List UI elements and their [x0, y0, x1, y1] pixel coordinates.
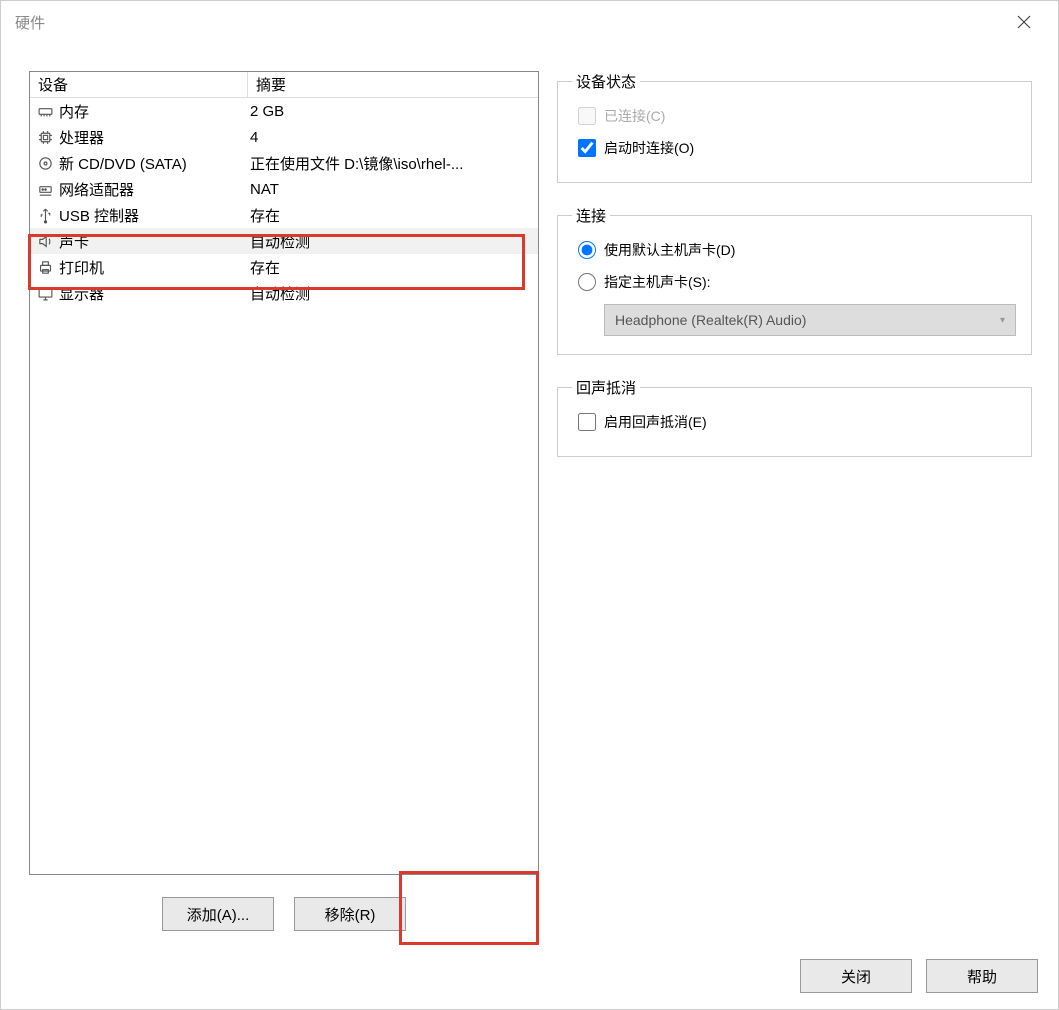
echo-label: 启用回声抵消(E)	[604, 412, 707, 432]
close-icon[interactable]	[1004, 2, 1044, 42]
device-summary: 正在使用文件 D:\镜像\iso\rhel-...	[248, 153, 538, 174]
list-item[interactable]: 显示器自动检测	[30, 280, 538, 306]
device-name: 处理器	[59, 127, 248, 148]
display-icon	[35, 283, 55, 303]
list-item[interactable]: 打印机存在	[30, 254, 538, 280]
connect-at-power-row[interactable]: 启动时连接(O)	[572, 132, 1017, 164]
device-name: 网络适配器	[59, 179, 248, 200]
printer-icon	[35, 257, 55, 277]
header-summary: 摘要	[248, 72, 538, 98]
device-list[interactable]: 设备 摘要 内存2 GB处理器4新 CD/DVD (SATA)正在使用文件 D:…	[29, 71, 539, 875]
connection-legend: 连接	[572, 205, 610, 226]
network-icon	[35, 179, 55, 199]
list-item[interactable]: 处理器4	[30, 124, 538, 150]
connection-group: 连接 使用默认主机声卡(D) 指定主机声卡(S): Headphone (Rea…	[557, 205, 1032, 355]
device-status-group: 设备状态 已连接(C) 启动时连接(O)	[557, 71, 1032, 183]
specify-host-label: 指定主机声卡(S):	[604, 272, 711, 292]
device-summary: 2 GB	[248, 103, 538, 120]
echo-checkbox-row[interactable]: 启用回声抵消(E)	[572, 406, 1017, 438]
usb-icon	[35, 205, 55, 225]
list-item[interactable]: USB 控制器存在	[30, 202, 538, 228]
use-default-label: 使用默认主机声卡(D)	[604, 240, 735, 260]
device-name: USB 控制器	[59, 205, 248, 226]
window-title: 硬件	[15, 12, 45, 33]
device-summary: 存在	[248, 257, 538, 278]
use-default-radio[interactable]	[578, 241, 596, 259]
specify-host-radio-row[interactable]: 指定主机声卡(S):	[572, 266, 1017, 298]
echo-legend: 回声抵消	[572, 377, 640, 398]
titlebar: 硬件	[1, 1, 1058, 43]
device-name: 打印机	[59, 257, 248, 278]
connected-label: 已连接(C)	[604, 106, 665, 126]
add-button[interactable]: 添加(A)...	[162, 897, 274, 931]
device-summary: 4	[248, 129, 538, 146]
remove-button[interactable]: 移除(R)	[294, 897, 406, 931]
device-name: 新 CD/DVD (SATA)	[59, 153, 248, 174]
device-summary: 存在	[248, 205, 538, 226]
device-status-legend: 设备状态	[572, 71, 640, 92]
help-button[interactable]: 帮助	[926, 959, 1038, 993]
connected-checkbox	[578, 107, 596, 125]
disc-icon	[35, 153, 55, 173]
device-name: 声卡	[59, 231, 248, 252]
header-device: 设备	[30, 72, 248, 98]
connected-checkbox-row: 已连接(C)	[572, 100, 1017, 132]
device-name: 显示器	[59, 283, 248, 304]
device-summary: 自动检测	[248, 231, 538, 252]
use-default-radio-row[interactable]: 使用默认主机声卡(D)	[572, 234, 1017, 266]
echo-group: 回声抵消 启用回声抵消(E)	[557, 377, 1032, 457]
device-summary: 自动检测	[248, 283, 538, 304]
connect-at-power-label: 启动时连接(O)	[604, 138, 694, 158]
sound-icon	[35, 231, 55, 251]
host-sound-combo-value: Headphone (Realtek(R) Audio)	[615, 312, 806, 328]
device-summary: NAT	[248, 181, 538, 198]
list-header: 设备 摘要	[30, 72, 538, 98]
list-item[interactable]: 内存2 GB	[30, 98, 538, 124]
specify-host-radio[interactable]	[578, 273, 596, 291]
memory-icon	[35, 101, 55, 121]
connect-at-power-checkbox[interactable]	[578, 139, 596, 157]
list-item[interactable]: 新 CD/DVD (SATA)正在使用文件 D:\镜像\iso\rhel-...	[30, 150, 538, 176]
hardware-dialog: 硬件 设备 摘要 内存2 GB处理器4新 CD/DVD (SATA)正在使用文件…	[0, 0, 1059, 1010]
list-item[interactable]: 声卡自动检测	[30, 228, 538, 254]
list-item[interactable]: 网络适配器NAT	[30, 176, 538, 202]
host-sound-combo[interactable]: Headphone (Realtek(R) Audio) ▾	[604, 304, 1016, 336]
echo-checkbox[interactable]	[578, 413, 596, 431]
cpu-icon	[35, 127, 55, 147]
device-name: 内存	[59, 101, 248, 122]
chevron-down-icon: ▾	[1000, 315, 1005, 326]
close-button[interactable]: 关闭	[800, 959, 912, 993]
